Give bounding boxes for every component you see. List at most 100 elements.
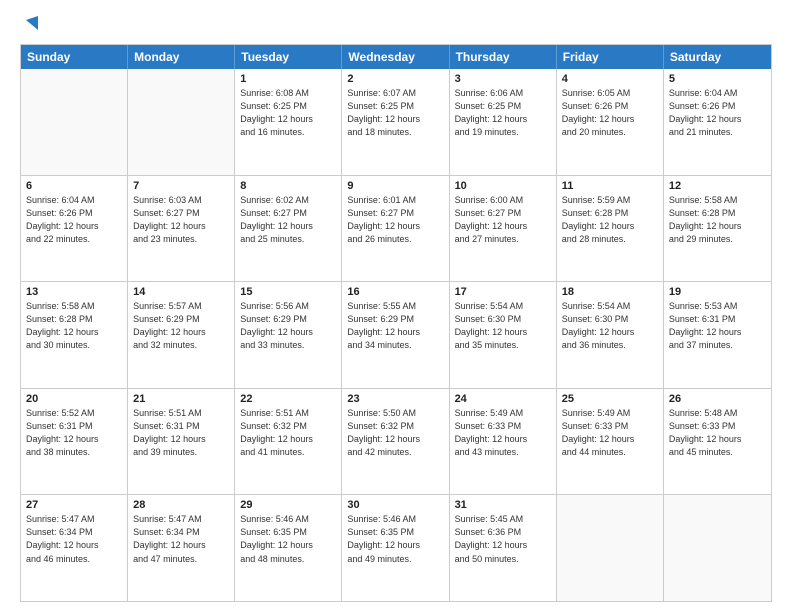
day-info: Sunrise: 5:55 AM Sunset: 6:29 PM Dayligh… (347, 300, 443, 352)
day-info: Sunrise: 5:46 AM Sunset: 6:35 PM Dayligh… (347, 513, 443, 565)
page: SundayMondayTuesdayWednesdayThursdayFrid… (0, 0, 792, 612)
day-info: Sunrise: 6:02 AM Sunset: 6:27 PM Dayligh… (240, 194, 336, 246)
calendar-body: 1Sunrise: 6:08 AM Sunset: 6:25 PM Daylig… (21, 69, 771, 601)
day-number: 23 (347, 393, 443, 405)
calendar-cell: 28Sunrise: 5:47 AM Sunset: 6:34 PM Dayli… (128, 495, 235, 601)
header-day-saturday: Saturday (664, 45, 771, 69)
day-info: Sunrise: 5:45 AM Sunset: 6:36 PM Dayligh… (455, 513, 551, 565)
calendar-cell: 24 Sunrise: 5:49 AM Sunset: 6:33 PM Dayli… (450, 389, 557, 495)
calendar-cell (21, 69, 128, 175)
day-number: 18 (562, 286, 658, 298)
calendar-cell: 10 Sunrise: 6:00 AM Sunset: 6:27 PM Dayli… (450, 176, 557, 282)
day-info: Sunrise: 5:51 AM Sunset: 6:32 PM Dayligh… (240, 407, 336, 459)
day-info: Sunrise: 6:06 AM Sunset: 6:25 PM Dayligh… (455, 87, 551, 139)
calendar-cell: 14Sunrise: 5:57 AM Sunset: 6:29 PM Dayli… (128, 282, 235, 388)
calendar-week-4: 20 Sunrise: 5:52 AM Sunset: 6:31 PM Dayli… (21, 389, 771, 496)
day-number: 28 (133, 499, 229, 511)
day-number: 6 (26, 180, 122, 192)
day-number: 24 (455, 393, 551, 405)
day-info: Sunrise: 5:50 AM Sunset: 6:32 PM Dayligh… (347, 407, 443, 459)
calendar-cell: 1Sunrise: 6:08 AM Sunset: 6:25 PM Daylig… (235, 69, 342, 175)
header-day-thursday: Thursday (450, 45, 557, 69)
day-info: Sunrise: 5:58 AM Sunset: 6:28 PM Dayligh… (26, 300, 122, 352)
day-info: Sunrise: 6:01 AM Sunset: 6:27 PM Dayligh… (347, 194, 443, 246)
day-info: Sunrise: 6:00 AM Sunset: 6:27 PM Dayligh… (455, 194, 551, 246)
calendar-cell: 12Sunrise: 5:58 AM Sunset: 6:28 PM Dayli… (664, 176, 771, 282)
day-info: Sunrise: 5:54 AM Sunset: 6:30 PM Dayligh… (562, 300, 658, 352)
calendar-cell: 6 Sunrise: 6:04 AM Sunset: 6:26 PM Daylig… (21, 176, 128, 282)
day-number: 30 (347, 499, 443, 511)
day-number: 31 (455, 499, 551, 511)
calendar-cell: 4Sunrise: 6:05 AM Sunset: 6:26 PM Daylig… (557, 69, 664, 175)
header-day-wednesday: Wednesday (342, 45, 449, 69)
calendar-cell: 13 Sunrise: 5:58 AM Sunset: 6:28 PM Dayli… (21, 282, 128, 388)
day-number: 17 (455, 286, 551, 298)
calendar: SundayMondayTuesdayWednesdayThursdayFrid… (20, 44, 772, 602)
calendar-cell: 16 Sunrise: 5:55 AM Sunset: 6:29 PM Dayli… (342, 282, 449, 388)
day-info: Sunrise: 5:47 AM Sunset: 6:34 PM Dayligh… (26, 513, 122, 565)
calendar-cell: 2 Sunrise: 6:07 AM Sunset: 6:25 PM Daylig… (342, 69, 449, 175)
day-info: Sunrise: 5:51 AM Sunset: 6:31 PM Dayligh… (133, 407, 229, 459)
calendar-cell: 9 Sunrise: 6:01 AM Sunset: 6:27 PM Daylig… (342, 176, 449, 282)
day-info: Sunrise: 5:53 AM Sunset: 6:31 PM Dayligh… (669, 300, 766, 352)
header-day-tuesday: Tuesday (235, 45, 342, 69)
calendar-cell (664, 495, 771, 601)
calendar-cell: 18 Sunrise: 5:54 AM Sunset: 6:30 PM Dayli… (557, 282, 664, 388)
calendar-cell: 26Sunrise: 5:48 AM Sunset: 6:33 PM Dayli… (664, 389, 771, 495)
calendar-cell: 11Sunrise: 5:59 AM Sunset: 6:28 PM Dayli… (557, 176, 664, 282)
header (20, 16, 772, 36)
calendar-header: SundayMondayTuesdayWednesdayThursdayFrid… (21, 45, 771, 69)
calendar-cell: 31 Sunrise: 5:45 AM Sunset: 6:36 PM Dayli… (450, 495, 557, 601)
day-info: Sunrise: 6:08 AM Sunset: 6:25 PM Dayligh… (240, 87, 336, 139)
calendar-cell: 7 Sunrise: 6:03 AM Sunset: 6:27 PM Daylig… (128, 176, 235, 282)
calendar-cell: 20 Sunrise: 5:52 AM Sunset: 6:31 PM Dayli… (21, 389, 128, 495)
calendar-cell: 22 Sunrise: 5:51 AM Sunset: 6:32 PM Dayli… (235, 389, 342, 495)
calendar-cell: 8 Sunrise: 6:02 AM Sunset: 6:27 PM Daylig… (235, 176, 342, 282)
logo-text (20, 16, 38, 36)
day-info: Sunrise: 6:04 AM Sunset: 6:26 PM Dayligh… (26, 194, 122, 246)
day-number: 16 (347, 286, 443, 298)
day-number: 29 (240, 499, 336, 511)
logo (20, 16, 38, 36)
calendar-cell (128, 69, 235, 175)
day-number: 8 (240, 180, 336, 192)
day-number: 10 (455, 180, 551, 192)
header-day-friday: Friday (557, 45, 664, 69)
calendar-cell: 23 Sunrise: 5:50 AM Sunset: 6:32 PM Dayli… (342, 389, 449, 495)
day-info: Sunrise: 6:03 AM Sunset: 6:27 PM Dayligh… (133, 194, 229, 246)
header-day-sunday: Sunday (21, 45, 128, 69)
day-info: Sunrise: 5:58 AM Sunset: 6:28 PM Dayligh… (669, 194, 766, 246)
day-info: Sunrise: 5:56 AM Sunset: 6:29 PM Dayligh… (240, 300, 336, 352)
day-number: 19 (669, 286, 766, 298)
calendar-cell: 25 Sunrise: 5:49 AM Sunset: 6:33 PM Dayli… (557, 389, 664, 495)
day-number: 20 (26, 393, 122, 405)
day-number: 25 (562, 393, 658, 405)
day-info: Sunrise: 5:57 AM Sunset: 6:29 PM Dayligh… (133, 300, 229, 352)
day-number: 2 (347, 73, 443, 85)
day-number: 7 (133, 180, 229, 192)
calendar-cell: 29 Sunrise: 5:46 AM Sunset: 6:35 PM Dayli… (235, 495, 342, 601)
calendar-cell: 17 Sunrise: 5:54 AM Sunset: 6:30 PM Dayli… (450, 282, 557, 388)
day-number: 3 (455, 73, 551, 85)
calendar-cell: 15 Sunrise: 5:56 AM Sunset: 6:29 PM Dayli… (235, 282, 342, 388)
day-info: Sunrise: 5:46 AM Sunset: 6:35 PM Dayligh… (240, 513, 336, 565)
day-number: 22 (240, 393, 336, 405)
day-info: Sunrise: 6:05 AM Sunset: 6:26 PM Dayligh… (562, 87, 658, 139)
day-info: Sunrise: 5:54 AM Sunset: 6:30 PM Dayligh… (455, 300, 551, 352)
calendar-cell: 21Sunrise: 5:51 AM Sunset: 6:31 PM Dayli… (128, 389, 235, 495)
day-number: 13 (26, 286, 122, 298)
day-info: Sunrise: 6:07 AM Sunset: 6:25 PM Dayligh… (347, 87, 443, 139)
day-info: Sunrise: 5:52 AM Sunset: 6:31 PM Dayligh… (26, 407, 122, 459)
day-number: 15 (240, 286, 336, 298)
logo-icon (24, 16, 38, 34)
day-number: 9 (347, 180, 443, 192)
calendar-week-2: 6 Sunrise: 6:04 AM Sunset: 6:26 PM Daylig… (21, 176, 771, 283)
calendar-cell: 3 Sunrise: 6:06 AM Sunset: 6:25 PM Daylig… (450, 69, 557, 175)
calendar-cell: 19 Sunrise: 5:53 AM Sunset: 6:31 PM Dayli… (664, 282, 771, 388)
calendar-cell: 30 Sunrise: 5:46 AM Sunset: 6:35 PM Dayli… (342, 495, 449, 601)
header-day-monday: Monday (128, 45, 235, 69)
calendar-cell: 5Sunrise: 6:04 AM Sunset: 6:26 PM Daylig… (664, 69, 771, 175)
day-number: 27 (26, 499, 122, 511)
day-info: Sunrise: 5:49 AM Sunset: 6:33 PM Dayligh… (455, 407, 551, 459)
day-info: Sunrise: 5:49 AM Sunset: 6:33 PM Dayligh… (562, 407, 658, 459)
